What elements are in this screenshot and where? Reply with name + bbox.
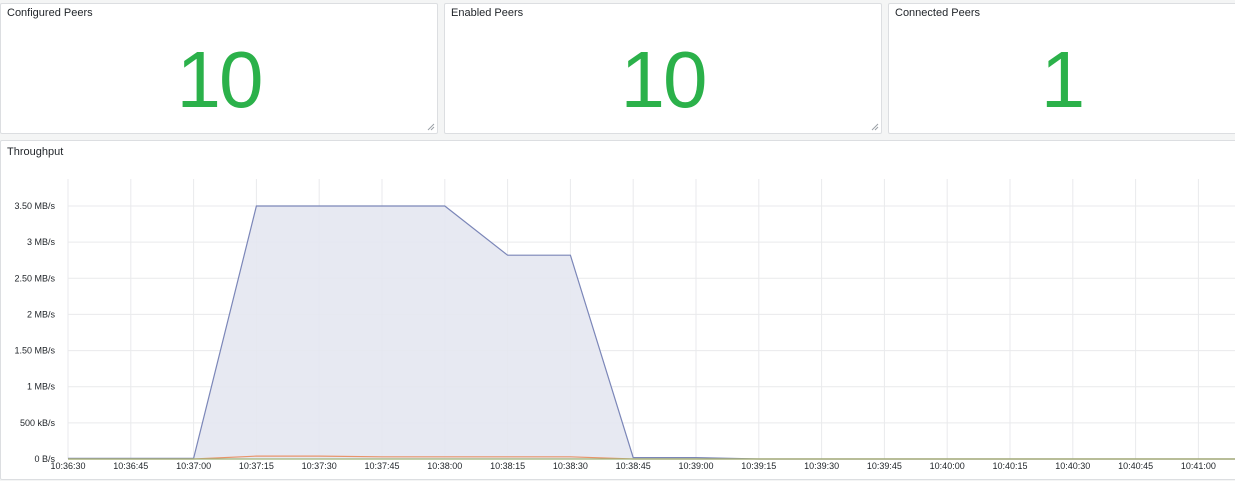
stat-value: 10: [620, 35, 708, 124]
x-tick-label: 10:41:00: [1181, 461, 1216, 471]
y-tick-label: 3 MB/s: [27, 237, 56, 247]
x-tick-label: 10:38:30: [553, 461, 588, 471]
x-tick-label: 10:37:15: [239, 461, 274, 471]
x-tick-label: 10:37:00: [176, 461, 211, 471]
y-tick-label: 1 MB/s: [27, 382, 56, 392]
y-tick-label: 500 kB/s: [20, 418, 56, 428]
resize-corner-icon[interactable]: [871, 123, 879, 131]
connected-peers-panel[interactable]: Connected Peers 1: [888, 3, 1235, 134]
series-area: [68, 206, 1235, 459]
x-tick-label: 10:37:30: [302, 461, 337, 471]
throughput-panel[interactable]: Throughput 0 B/s 500 kB/s 1 MB/s 1.50 MB/s 2…: [0, 140, 1235, 480]
x-tick-label: 10:40:00: [930, 461, 965, 471]
x-tick-label: 10:39:15: [741, 461, 776, 471]
x-tick-label: 10:40:30: [1055, 461, 1090, 471]
resize-corner-icon[interactable]: [427, 123, 435, 131]
stat-value: 1: [1040, 35, 1086, 124]
x-tick-label: 10:39:30: [804, 461, 839, 471]
x-tick-label: 10:40:45: [1118, 461, 1153, 471]
x-tick-label: 10:38:15: [490, 461, 525, 471]
stat-value: 10: [176, 35, 264, 124]
configured-peers-panel[interactable]: Configured Peers 10: [0, 3, 438, 134]
panel-title: Connected Peers: [895, 7, 980, 19]
x-tick-label: 10:40:15: [992, 461, 1027, 471]
y-tick-label: 2 MB/s: [27, 309, 56, 319]
enabled-peers-panel[interactable]: Enabled Peers 10: [444, 3, 882, 134]
panel-title: Enabled Peers: [451, 7, 524, 19]
x-tick-label: 10:39:00: [678, 461, 713, 471]
y-tick-label: 1.50 MB/s: [14, 346, 55, 356]
x-tick-label: 10:38:45: [616, 461, 651, 471]
x-tick-label: 10:36:45: [113, 461, 148, 471]
x-tick-label: 10:39:45: [867, 461, 902, 471]
y-tick-label: 3.50 MB/s: [14, 201, 55, 211]
x-tick-label: 10:37:45: [364, 461, 399, 471]
x-tick-label: 10:38:00: [427, 461, 462, 471]
y-tick-label: 2.50 MB/s: [14, 273, 55, 283]
panel-title: Configured Peers: [7, 7, 93, 19]
x-tick-label: 10:36:30: [50, 461, 85, 471]
throughput-chart: 0 B/s500 kB/s1 MB/s1.50 MB/s2 MB/s2.50 M…: [14, 179, 1235, 471]
